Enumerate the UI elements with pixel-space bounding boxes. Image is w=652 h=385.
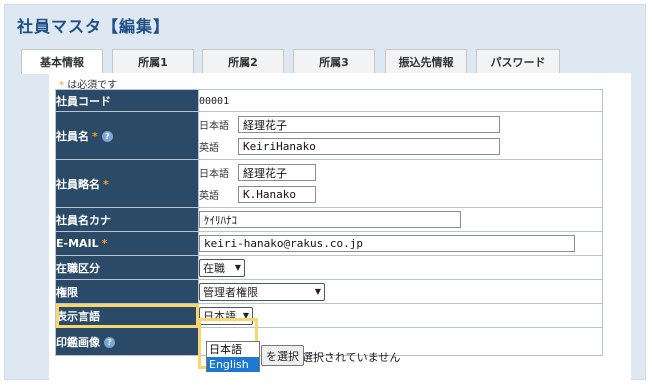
label-email: E-MAIL * [55,231,199,256]
row-permission: 権限 管理者権限 ▼ [55,279,603,304]
tab-affiliation-2[interactable]: 所属2 [202,49,284,73]
label-employee-name: 社員名 *? [55,111,199,160]
tab-affiliation-1[interactable]: 所属1 [112,49,194,73]
short-name-ja-input[interactable]: 経理花子 [238,164,316,181]
required-star: * [103,177,109,191]
email-label-text: E-MAIL [56,237,99,250]
en-label: 英語 [199,143,219,154]
tab-transfer-info[interactable]: 振込先情報 [385,49,467,73]
file-status-text: 選択されていません [302,351,401,364]
short-name-label-text: 社員略名 [56,177,100,191]
en-label: 英語 [199,191,219,202]
label-display-language: 表示言語 [55,303,199,328]
employee-code-value: 00001 [199,96,230,107]
ja-label: 日本語 [199,121,229,132]
short-name-en-input[interactable]: K.Hanako [238,186,316,203]
page-title: 社員マスタ【編集】 [17,17,171,36]
language-option-english[interactable]: English [207,357,259,372]
label-employee-code: 社員コード [55,89,199,112]
seal-image-label-text: 印鑑画像 [56,335,100,349]
help-icon[interactable]: ? [104,337,115,348]
employee-form: 社員コード 00001 社員名 *? 日本語 経理花子 英語 KeiriHanako … [55,89,603,356]
permission-value: 管理者権限 [203,285,258,299]
form-panel: * は必須です 社員コード 00001 社員名 *? 日本語 経理花子 英語 Keir… [49,73,631,385]
email-input[interactable]: keiri-hanako@rakus.co.jp [199,235,575,252]
tab-password[interactable]: パスワード [476,49,560,73]
employee-name-label-text: 社員名 [56,129,89,143]
label-employment-status: 在職区分 [55,255,199,280]
employee-name-ja-input[interactable]: 経理花子 [238,116,500,133]
language-dropdown-list: 日本語 English [206,341,260,372]
window-frame: 社員マスタ【編集】 基本情報 所属1 所属2 所属3 振込先情報 パスワード *… [4,4,646,385]
help-icon[interactable]: ? [101,131,113,142]
employment-status-value: 在職 [203,261,225,275]
ja-label: 日本語 [199,169,229,180]
row-email: E-MAIL * keiri-hanako@rakus.co.jp [55,231,603,256]
required-star: * [101,237,108,250]
chevron-down-icon: ▼ [314,287,321,296]
row-kana: 社員名カナ ｹｲﾘﾊﾅｺ [55,207,603,232]
required-star: * [92,129,98,143]
label-short-name: 社員略名 * [55,159,199,208]
row-employee-name: 社員名 *? 日本語 経理花子 英語 KeiriHanako [55,111,603,160]
permission-select[interactable]: 管理者権限 ▼ [199,282,325,301]
kana-input[interactable]: ｹｲﾘﾊﾅｺ [199,211,461,228]
row-employee-code: 社員コード 00001 [55,89,603,112]
choose-file-button[interactable]: を選択 [261,345,304,366]
row-display-language: 表示言語 日本語 ▼ [55,303,603,328]
employee-name-en-input[interactable]: KeiriHanako [238,138,500,155]
label-seal-image: 印鑑画像? [55,327,199,356]
tab-basic-info[interactable]: 基本情報 [21,49,103,74]
chevron-down-icon: ▼ [234,263,241,272]
row-employment-status: 在職区分 在職 ▼ [55,255,603,280]
label-kana: 社員名カナ [55,207,199,232]
language-option-japanese[interactable]: 日本語 [207,342,259,357]
label-permission: 権限 [55,279,199,304]
tab-affiliation-3[interactable]: 所属3 [293,49,375,73]
row-short-name: 社員略名 * 日本語 経理花子 英語 K.Hanako [55,159,603,208]
employment-status-select[interactable]: 在職 ▼ [199,258,245,277]
